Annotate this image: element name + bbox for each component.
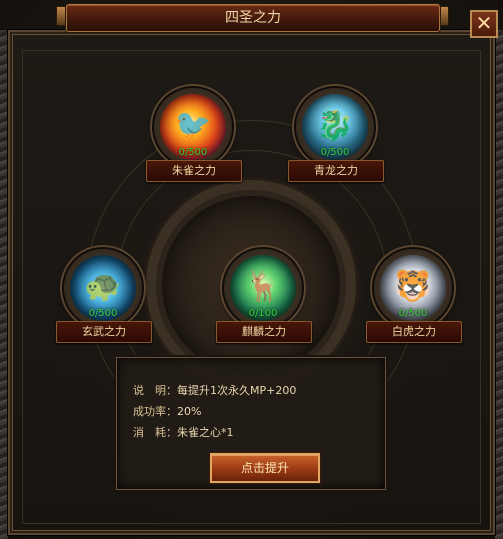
orb-label: 麒麟之力 xyxy=(216,321,312,343)
orb-xuanwu[interactable]: 🐢 0/500 玄武之力 xyxy=(56,249,152,343)
orb-count: 0/500 xyxy=(398,308,428,319)
orb-label: 青龙之力 xyxy=(288,160,384,182)
info-description-key: 说 明： xyxy=(133,384,177,397)
info-cost-key: 消 耗： xyxy=(133,426,177,439)
info-description-value: 每提升1次永久MP+200 xyxy=(177,384,297,397)
info-cost: 消 耗：朱雀之心*1 xyxy=(133,424,234,440)
orb-count: 0/500 xyxy=(320,147,350,158)
window-title: 四圣之力 xyxy=(66,4,440,32)
orb-count: 0/100 xyxy=(248,308,278,319)
orb-qinglong[interactable]: 🐉 0/500 青龙之力 xyxy=(288,88,384,182)
rock-edge-right xyxy=(495,30,503,539)
orb-baihu[interactable]: 🐯 0/500 白虎之力 xyxy=(366,249,462,343)
orb-label: 朱雀之力 xyxy=(146,160,242,182)
orb-label: 玄武之力 xyxy=(56,321,152,343)
orb-zhuque[interactable]: 🐦 0/500 朱雀之力 xyxy=(146,88,242,182)
orb-label: 白虎之力 xyxy=(366,321,462,343)
info-success-rate-key: 成功率： xyxy=(133,405,177,418)
orb-qilin[interactable]: 🦌 0/100 麒麟之力 xyxy=(216,249,312,343)
orb-count: 0/500 xyxy=(178,147,208,158)
rock-edge-left xyxy=(0,30,8,539)
orb-count: 0/500 xyxy=(88,308,118,319)
close-button[interactable]: ✕ xyxy=(470,10,498,38)
info-cost-value: 朱雀之心*1 xyxy=(177,426,234,439)
info-description: 说 明：每提升1次永久MP+200 xyxy=(133,382,296,398)
upgrade-button[interactable]: 点击提升 xyxy=(210,453,320,483)
info-success-rate-value: 20% xyxy=(177,405,202,418)
info-success-rate: 成功率：20% xyxy=(133,403,201,419)
four-saints-window: 四圣之力 ✕ 🐦 0/500 朱雀之力 🐉 0/500 青龙之力 🐢 0/500… xyxy=(0,0,503,539)
